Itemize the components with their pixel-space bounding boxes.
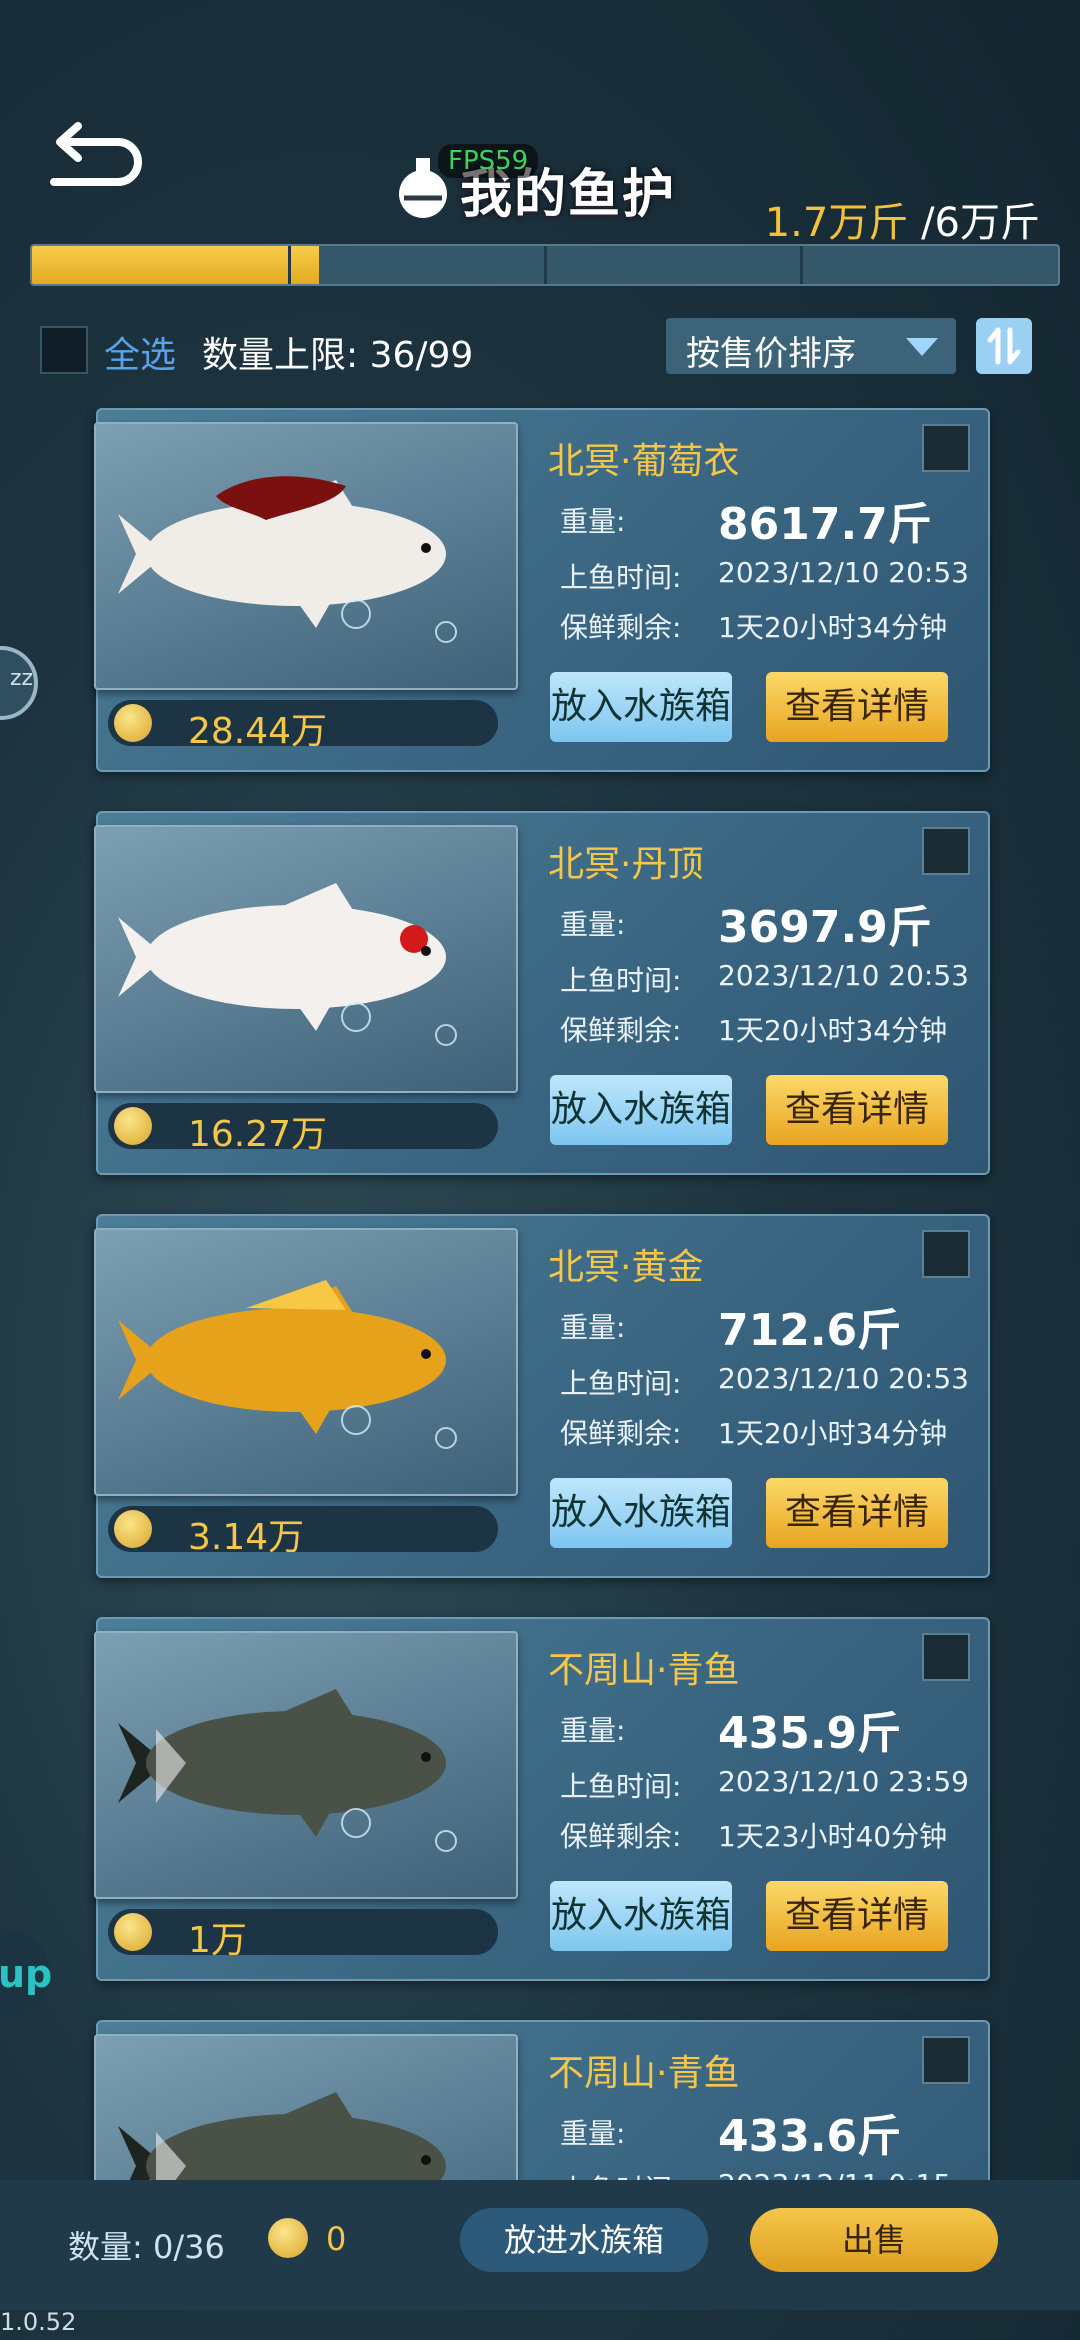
quantity-limit: 数量上限: 36/99 <box>202 326 473 378</box>
fish-price-value: 28.44万 <box>188 711 328 752</box>
fish-price: 16.27万 <box>108 1103 498 1155</box>
capacity-progress-bar <box>30 244 1060 286</box>
capacity-total: /6万斤 <box>921 200 1040 246</box>
sell-button[interactable]: 出售 <box>750 2208 998 2272</box>
fish-select-checkbox[interactable] <box>922 2036 970 2084</box>
capacity-readout: 1.7万斤 /6万斤 <box>765 190 1040 248</box>
sort-order-icon[interactable] <box>976 318 1032 374</box>
fish-image <box>94 422 518 690</box>
catch-time-label: 上鱼时间: <box>560 1367 682 1400</box>
fish-catch-time: 2023/12/11 0:15 <box>718 2168 951 2180</box>
put-in-tank-button[interactable]: 放入水族箱 <box>550 1881 732 1951</box>
count-label: 数量: <box>68 2228 143 2266</box>
fish-price-value: 1万 <box>188 1920 247 1961</box>
progress-divider <box>544 246 547 284</box>
put-in-tank-button[interactable]: 放入水族箱 <box>550 1478 732 1548</box>
fish-price: 3.14万 <box>108 1506 498 1558</box>
weight-label: 重量: <box>560 908 626 941</box>
select-all-label[interactable]: 全选 <box>104 326 176 378</box>
put-in-tank-button[interactable]: 放入水族箱 <box>550 672 732 742</box>
fish-card[interactable]: 16.27万 北冥·丹顶重量: 3697.9斤上鱼时间: 2023/12/10 20:… <box>94 811 990 1175</box>
version-label: 1.0.52 <box>0 2308 77 2336</box>
fish-name: 北冥·葡萄衣 <box>548 441 740 482</box>
select-all-checkbox[interactable] <box>40 326 88 374</box>
fish-image <box>94 1228 518 1496</box>
fresh-label: 保鲜剩余: <box>560 1014 682 1047</box>
fish-price: 1万 <box>108 1909 498 1961</box>
fish-weight: 8617.7斤 <box>718 499 932 550</box>
fps-badge: FPS59 <box>438 144 539 178</box>
bottom-action-bar: 数量: 0/36 0 放进水族箱 出售 <box>0 2180 1080 2310</box>
view-details-button[interactable]: 查看详情 <box>766 1478 948 1548</box>
view-details-button[interactable]: 查看详情 <box>766 672 948 742</box>
fish-weight: 3697.9斤 <box>718 902 932 953</box>
put-in-aquarium-button[interactable]: 放进水族箱 <box>460 2208 708 2272</box>
fish-price-value: 16.27万 <box>188 1114 328 1155</box>
fish-fresh-remaining: 1天20小时34分钟 <box>718 1417 948 1450</box>
fish-catch-time: 2023/12/10 20:53 <box>718 556 969 589</box>
fish-catch-time: 2023/12/10 23:59 <box>718 1765 969 1798</box>
catch-time-label: 上鱼时间: <box>560 561 682 594</box>
weight-label: 重量: <box>560 2117 626 2150</box>
catch-time-label: 上鱼时间: <box>560 2168 681 2180</box>
fish-fresh-remaining: 1天20小时34分钟 <box>718 611 948 644</box>
fish-select-checkbox[interactable] <box>922 827 970 875</box>
fish-name: 北冥·丹顶 <box>548 844 704 885</box>
sort-dropdown-label: 按售价排序 <box>686 334 856 374</box>
weight-label: 重量: <box>560 1714 626 1747</box>
coin-icon <box>114 1510 152 1548</box>
fresh-label: 保鲜剩余: <box>560 1417 682 1450</box>
fish-card[interactable]: 不周山·青鱼重量: 433.6斤上鱼时间: 2023/12/11 0:15 <box>94 2020 990 2180</box>
fish-select-checkbox[interactable] <box>922 424 970 472</box>
fish-name: 不周山·青鱼 <box>548 2053 740 2094</box>
fish-catch-time: 2023/12/10 20:53 <box>718 1362 969 1395</box>
fish-image <box>94 2034 518 2180</box>
put-in-tank-button[interactable]: 放入水族箱 <box>550 1075 732 1145</box>
chevron-down-icon <box>906 338 938 356</box>
view-details-button[interactable]: 查看详情 <box>766 1881 948 1951</box>
catch-time-label: 上鱼时间: <box>560 1770 682 1803</box>
fish-name: 不周山·青鱼 <box>548 1650 740 1691</box>
count-value: 0/36 <box>152 2228 225 2266</box>
coin-icon <box>114 704 152 742</box>
fish-fresh-remaining: 1天23小时40分钟 <box>718 1820 948 1853</box>
fresh-label: 保鲜剩余: <box>560 611 682 644</box>
sort-dropdown[interactable]: 按售价排序 <box>666 318 956 374</box>
fish-card[interactable]: 28.44万 北冥·葡萄衣重量: 8617.7斤上鱼时间: 2023/12/10 20… <box>94 408 990 772</box>
fresh-label: 保鲜剩余: <box>560 1820 682 1853</box>
fish-price-value: 3.14万 <box>188 1517 305 1558</box>
limit-label: 数量上限: <box>202 335 359 376</box>
weight-label: 重量: <box>560 505 626 538</box>
coin-icon <box>114 1913 152 1951</box>
fish-select-checkbox[interactable] <box>922 1633 970 1681</box>
selected-count: 数量: 0/36 <box>68 2222 225 2268</box>
fish-list[interactable]: 28.44万 北冥·葡萄衣重量: 8617.7斤上鱼时间: 2023/12/10 20… <box>0 400 1080 2180</box>
catch-time-label: 上鱼时间: <box>560 964 682 997</box>
selected-coin-total: 0 <box>326 2220 347 2258</box>
coin-icon <box>114 1107 152 1145</box>
fish-image <box>94 825 518 1093</box>
fish-weight: 435.9斤 <box>718 1708 902 1759</box>
view-details-button[interactable]: 查看详情 <box>766 1075 948 1145</box>
limit-value: 36/99 <box>369 335 474 376</box>
fish-weight: 712.6斤 <box>718 1305 902 1356</box>
fish-card[interactable]: 3.14万 北冥·黄金重量: 712.6斤上鱼时间: 2023/12/10 20:53… <box>94 1214 990 1578</box>
fish-card[interactable]: 1万 不周山·青鱼重量: 435.9斤上鱼时间: 2023/12/10 23:59 保鲜… <box>94 1617 990 1981</box>
progress-divider <box>288 246 291 284</box>
fish-catch-time: 2023/12/10 20:53 <box>718 959 969 992</box>
fish-price: 28.44万 <box>108 700 498 752</box>
page-title-group: 我的鱼护 FPS59 <box>390 144 710 228</box>
fish-name: 北冥·黄金 <box>548 1247 704 1288</box>
fish-select-checkbox[interactable] <box>922 1230 970 1278</box>
back-arrow-icon[interactable] <box>48 120 144 190</box>
fish-image <box>94 1631 518 1899</box>
capacity-current: 1.7万斤 <box>764 200 909 246</box>
fish-fresh-remaining: 1天20小时34分钟 <box>718 1014 948 1047</box>
fish-weight: 433.6斤 <box>718 2111 902 2162</box>
capacity-progress-fill <box>32 246 320 284</box>
progress-divider <box>800 246 803 284</box>
weight-label: 重量: <box>560 1311 626 1344</box>
coin-icon <box>268 2218 308 2258</box>
